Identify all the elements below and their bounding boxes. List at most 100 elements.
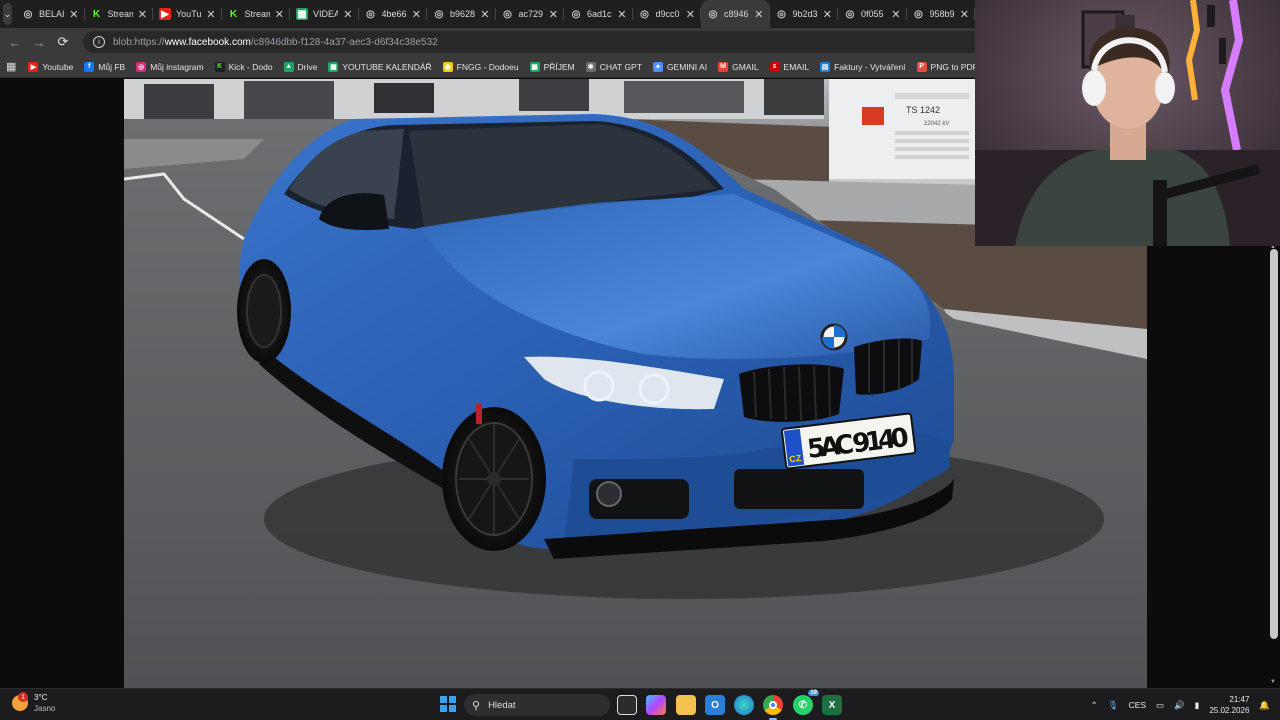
tab-title: 6ad1c: [587, 9, 612, 19]
close-icon[interactable]: ✕: [69, 8, 78, 21]
close-icon[interactable]: ✕: [823, 8, 832, 21]
microphone-icon[interactable]: 🎙: [1108, 700, 1119, 711]
page-scrollbar-thumb[interactable]: [1270, 249, 1278, 639]
bookmark-label: Drive: [297, 61, 318, 72]
close-icon[interactable]: ✕: [754, 8, 763, 21]
close-icon[interactable]: ✕: [412, 8, 421, 21]
task-view-icon[interactable]: [617, 695, 637, 715]
start-button[interactable]: [440, 696, 456, 712]
bookmark-label: Můj instagram: [150, 61, 204, 72]
notification-icon[interactable]: 🔔: [1259, 700, 1270, 711]
drive-icon: ▲: [283, 61, 294, 72]
tab-title: ac729: [518, 9, 544, 19]
weather-widget[interactable]: 1 3°C Jasno: [12, 692, 55, 714]
network-icon[interactable]: ▭: [1156, 700, 1164, 711]
language-indicator[interactable]: CES: [1129, 700, 1146, 710]
bookmark-item[interactable]: P PNG to PDF: [916, 61, 978, 72]
globe-icon: ◎: [914, 8, 923, 20]
whatsapp-icon[interactable]: ✆ 19: [793, 690, 819, 715]
browser-tab[interactable]: ◎ 9b2d3 ✕: [770, 0, 839, 28]
bookmark-item[interactable]: ◉ FNGG - Dodoeu: [442, 61, 519, 72]
close-icon[interactable]: ✕: [686, 8, 695, 21]
browser-tab[interactable]: ◎ 958b9 ✕: [907, 0, 976, 28]
edge-icon[interactable]: [734, 695, 754, 715]
kick-icon: K: [92, 8, 101, 20]
globe-icon: ◎: [23, 8, 33, 20]
back-button[interactable]: ←: [3, 35, 27, 50]
clock[interactable]: 21:47 25.02.2026: [1209, 694, 1249, 716]
close-icon[interactable]: ✕: [206, 8, 215, 21]
bookmark-label: Youtube: [42, 61, 74, 72]
browser-tab[interactable]: ◎ 0f055 ✕: [838, 0, 907, 28]
address-bar[interactable]: i blob:https://www.facebook.com/c8946dbb…: [83, 31, 975, 53]
tab-title: YouTu: [176, 9, 202, 19]
close-icon[interactable]: ✕: [138, 8, 147, 21]
apps-grid-icon[interactable]: ▦: [6, 60, 16, 73]
reload-button[interactable]: ⟳: [51, 34, 75, 50]
bookmark-item[interactable]: ✱ CHAT GPT: [585, 61, 642, 72]
copilot-icon[interactable]: [646, 695, 666, 715]
close-icon[interactable]: ✕: [960, 8, 969, 21]
tray-overflow-icon[interactable]: ⌃: [1091, 700, 1098, 711]
browser-tab[interactable]: ◎ b9628 ✕: [427, 0, 496, 28]
close-icon[interactable]: ✕: [549, 8, 558, 21]
close-icon[interactable]: ✕: [891, 8, 900, 21]
browser-tab[interactable]: ◎ c8946 ✕: [701, 0, 770, 28]
volume-icon[interactable]: 🔊: [1174, 700, 1185, 711]
close-icon[interactable]: ✕: [617, 8, 626, 21]
globe-icon: ◎: [434, 8, 444, 20]
forward-button[interactable]: →: [27, 35, 51, 50]
bookmark-item[interactable]: K Kick - Dodo: [214, 61, 273, 72]
browser-tab[interactable]: K Stream ✕: [85, 0, 154, 28]
file-explorer-icon[interactable]: [676, 695, 696, 715]
scroll-down-arrow[interactable]: ▼: [1270, 679, 1276, 685]
seznam-icon: s: [769, 61, 780, 72]
browser-tab[interactable]: ◎ d9cc0 ✕: [633, 0, 702, 28]
tab-search-button[interactable]: ⌄: [3, 3, 12, 25]
bookmark-item[interactable]: f Můj FB: [84, 61, 125, 72]
fngg-icon: ◉: [442, 61, 453, 72]
close-icon[interactable]: ✕: [343, 8, 352, 21]
bookmark-item[interactable]: ▦ PŘÍJEM: [529, 61, 575, 72]
tab-strip: ⌄ ◎ BELAI ✕ K Stream ✕ ▶ YouTu ✕ K Stream ✕ ▦ VIDEA ✕ ◎…: [0, 0, 975, 28]
browser-tab[interactable]: ▶ YouTu ✕: [153, 0, 222, 28]
bookmark-item[interactable]: ▤ Faktury - Vytváření: [820, 61, 906, 72]
bookmark-item[interactable]: ▦ YOUTUBE KALENDÁŘ: [328, 61, 432, 72]
substation-sublabel: 22042 kV: [924, 121, 949, 127]
browser-tab[interactable]: ◎ 4be66 ✕: [359, 0, 428, 28]
browser-tab[interactable]: ◎ BELAI ✕: [16, 0, 85, 28]
bookmark-label: GEMINI AI: [666, 61, 708, 72]
close-icon[interactable]: ✕: [275, 8, 284, 21]
clock-date: 25.02.2026: [1209, 706, 1250, 715]
bookmark-item[interactable]: M GMAIL: [718, 61, 759, 72]
chrome-icon[interactable]: [763, 695, 783, 720]
kick-icon: K: [214, 61, 225, 72]
bookmark-label: Kick - Dodo: [228, 61, 273, 72]
outlook-icon[interactable]: O: [705, 695, 725, 715]
weather-badge: 1: [18, 692, 28, 702]
excel-icon[interactable]: X: [822, 695, 842, 715]
battery-icon[interactable]: ▮: [1195, 700, 1200, 711]
tab-title: 4be66: [381, 9, 407, 19]
bookmark-item[interactable]: ✦ GEMINI AI: [652, 61, 708, 72]
close-icon[interactable]: ✕: [480, 8, 489, 21]
gmail-icon: M: [718, 61, 729, 72]
windows-taskbar: 1 3°C Jasno ⚲ Hledat O ✆ 19 X ⌃ 🎙 CES ▭ 🔊…: [0, 688, 1280, 720]
bookmark-item[interactable]: ▲ Drive: [283, 61, 318, 72]
browser-tab[interactable]: ◎ 6ad1c ✕: [564, 0, 633, 28]
plate-country: CZ: [789, 453, 803, 464]
youtube-icon: ▶: [159, 8, 171, 20]
substation-label: TS 1242: [906, 105, 940, 115]
bookmark-item[interactable]: ◎ Můj instagram: [136, 61, 204, 72]
bookmark-item[interactable]: ▶ Youtube: [28, 61, 74, 72]
bookmark-item[interactable]: s EMAIL: [769, 61, 809, 72]
site-info-icon[interactable]: i: [93, 36, 105, 48]
bookmark-label: Faktury - Vytváření: [834, 61, 906, 72]
search-placeholder: Hledat: [488, 699, 516, 711]
browser-tab[interactable]: K Stream ✕: [222, 0, 291, 28]
tab-title: VIDEA: [313, 9, 339, 19]
browser-tab[interactable]: ▦ VIDEA ✕: [290, 0, 359, 28]
taskbar-search[interactable]: ⚲ Hledat: [464, 694, 610, 716]
browser-tab[interactable]: ◎ ac729 ✕: [496, 0, 565, 28]
weather-sun-icon: 1: [12, 692, 28, 711]
